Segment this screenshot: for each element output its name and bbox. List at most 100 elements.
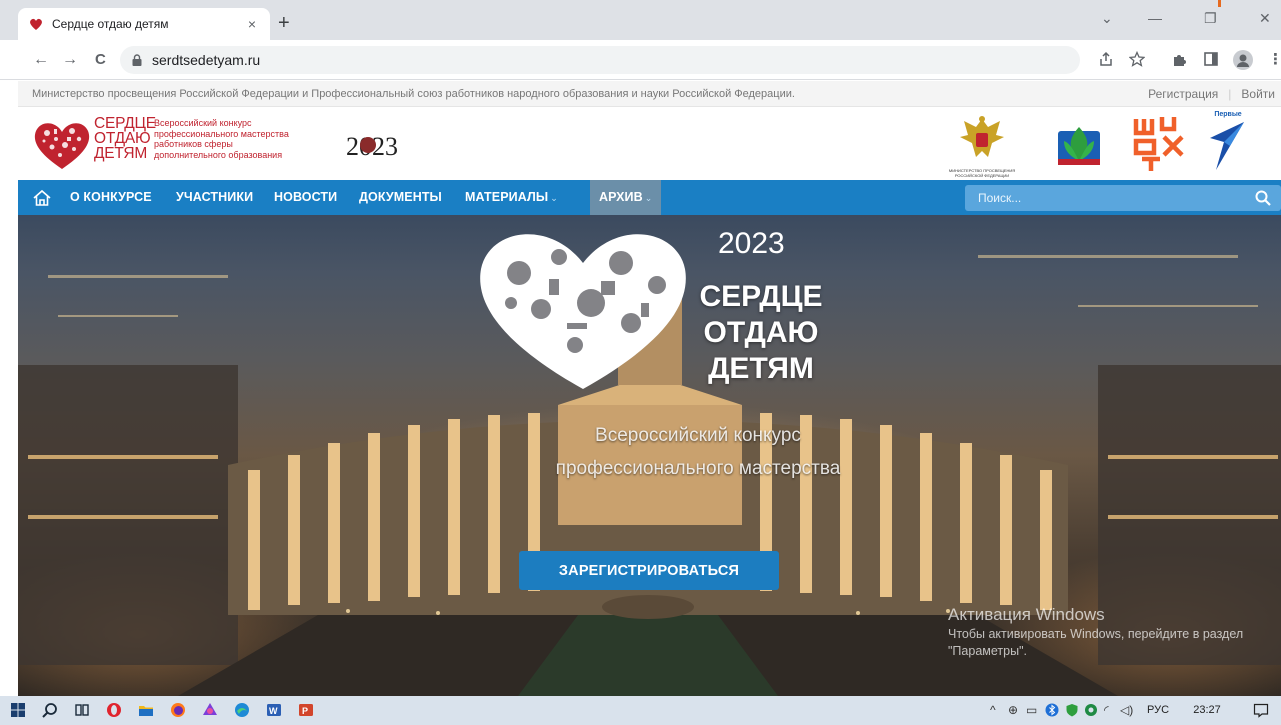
nav-item-participants[interactable]: УЧАСТНИКИ [176,180,253,215]
activation-title: Активация Windows [948,605,1105,624]
volume-icon[interactable]: ◁) [1120,703,1133,717]
hero-subtitle-line: профессионального мастерства [555,458,841,479]
pervye-logo[interactable]: Первые [1208,111,1248,177]
hero-subtitle-line: Всероссийский конкурс [595,425,801,446]
pervye-label: Первые [1214,111,1242,118]
logo-subtitle: Всероссийский конкурс профессионального … [154,118,289,160]
logo-wordmark: СЕРДЦЕ ОТДАЮ ДЕТЯМ [94,115,156,162]
hero-title-line: СЕРДЦЕ [699,280,823,313]
logo-subtitle-line: профессионального мастерства [154,128,289,139]
logo-subtitle-line: дополнительного образования [154,149,283,160]
new-tab-button[interactable]: + [278,13,290,33]
search-icon[interactable] [1255,190,1271,206]
url-text: serdtsedetyam.ru [152,52,261,68]
nav-item-materials[interactable]: МАТЕРИАЛЫ ⌄ [465,180,558,215]
share-icon[interactable] [1098,51,1114,67]
search-box [965,185,1281,211]
close-window-icon[interactable]: ✕ [1259,10,1271,27]
nav-item-archive-label: АРХИВ [599,190,643,204]
tab-search-icon[interactable]: ⌄ [1101,10,1113,27]
windows-activation-watermark: Активация Windows Чтобы активировать Win… [948,604,1268,660]
hero-title: СЕРДЦЕ ОТДАЮ ДЕТЯМ [691,279,831,387]
nav-item-about[interactable]: О КОНКУРСЕ [70,180,152,215]
hero-title-line: ОТДАЮ [703,316,819,349]
auth-separator: | [1228,87,1232,101]
logo-line: ОТДАЮ [94,130,151,147]
back-icon[interactable]: ← [33,50,49,70]
heart-logo-icon[interactable] [32,119,92,171]
close-tab-icon[interactable]: × [244,16,260,32]
logo-subtitle-line: работников сферы [154,139,233,149]
restore-icon[interactable]: ❐ [1204,10,1217,27]
edge-icon[interactable] [234,702,250,718]
hero-title-line: ДЕТЯМ [708,352,814,385]
union-logo-icon[interactable] [1056,121,1102,169]
nav-item-materials-label: МАТЕРИАЛЫ [465,190,549,204]
bookmark-star-icon[interactable] [1129,51,1145,67]
clock[interactable]: 23:27 [1182,704,1232,716]
auth-links: Регистрация | Войти [1148,87,1275,101]
site-top-strip: Министерство просвещения Российской Феде… [18,81,1281,107]
ministry-emblem[interactable]: МИНИСТЕРСТВО ПРОСВЕЩЕНИЯ РОССИЙСКОЙ ФЕДЕ… [946,113,1018,178]
main-navbar: О КОНКУРСЕ УЧАСТНИКИ НОВОСТИ ДОКУМЕНТЫ М… [18,180,1281,215]
nav-item-news[interactable]: НОВОСТИ [274,180,337,215]
heart-favicon-icon [30,18,42,30]
logo-line: ДЕТЯМ [94,145,148,162]
tray-app-icon[interactable]: ⊕ [1008,703,1018,717]
nav-item-archive[interactable]: АРХИВ ⌄ [590,180,662,215]
side-panel-icon[interactable] [1203,51,1219,67]
chrome-canary-icon[interactable] [202,702,218,718]
powerpoint-icon[interactable]: P [298,702,314,718]
network-app-icon[interactable] [1084,703,1098,717]
svg-text:W: W [269,706,278,716]
register-button[interactable]: ЗАРЕГИСТРИРОВАТЬСЯ [519,551,779,590]
opera-icon[interactable] [106,702,122,718]
extensions-icon[interactable] [1172,51,1188,67]
browser-toolbar: ← → C serdtsedetyam.ru ⋮ [0,40,1281,80]
hero-heart-emblem [480,234,686,389]
task-view-icon[interactable] [74,702,90,718]
language-indicator[interactable]: РУС [1147,704,1169,716]
login-link[interactable]: Войти [1241,87,1275,101]
svg-text:P: P [302,706,308,716]
wifi-icon[interactable]: ◜ [1104,703,1109,717]
logo-line: СЕРДЦЕ [94,115,156,132]
firefox-icon[interactable] [170,702,186,718]
browser-tabbar: Сердце отдаю детям × + ⌄ — ❐ ✕ [0,0,1281,40]
lock-icon [132,54,142,66]
person-icon [1237,54,1249,67]
reload-icon[interactable]: C [95,50,106,70]
hero-subtitle: Всероссийский конкурс профессионального … [418,419,978,485]
minimize-icon[interactable]: — [1148,10,1162,26]
notifications-icon[interactable] [1253,703,1269,718]
forward-icon[interactable]: → [62,50,78,70]
search-input[interactable] [965,185,1245,211]
windows-start-icon[interactable] [10,702,26,718]
register-link[interactable]: Регистрация [1148,87,1218,101]
browser-tab[interactable]: Сердце отдаю детям × [18,8,270,40]
word-icon[interactable]: W [266,702,282,718]
battery-icon[interactable]: ▭ [1026,703,1037,717]
file-explorer-icon[interactable] [138,702,154,718]
chevron-down-icon: ⌄ [644,193,653,203]
chevron-down-icon: ⌄ [550,193,558,203]
nav-item-documents[interactable]: ДОКУМЕНТЫ [359,180,442,215]
activation-text[interactable]: Чтобы активировать Windows, перейдите в … [948,626,1268,660]
ministry-text: Министерство просвещения Российской Феде… [32,88,795,100]
vdnh-logo-icon[interactable] [1132,115,1190,171]
logo-subtitle-line: Всероссийский конкурс [154,118,252,128]
cursor-marker [1218,0,1221,7]
shield-icon[interactable] [1065,703,1079,717]
taskbar-search-icon[interactable] [42,702,58,718]
ministry-caption: МИНИСТЕРСТВО ПРОСВЕЩЕНИЯ РОССИЙСКОЙ ФЕДЕ… [948,168,1016,178]
year-2023-logo: 2023 [346,132,398,161]
home-icon[interactable] [32,188,52,208]
tray-chevron-up-icon[interactable]: ^ [990,703,996,717]
profile-avatar[interactable] [1233,50,1253,70]
tab-title: Сердце отдаю детям [52,17,169,31]
bluetooth-icon[interactable] [1045,703,1059,717]
menu-dots-icon[interactable]: ⋮ [1268,51,1281,69]
arrow-logo-icon [1210,122,1244,170]
address-bar[interactable]: serdtsedetyam.ru [120,46,1080,74]
site-header: СЕРДЦЕ ОТДАЮ ДЕТЯМ Всероссийский конкурс… [18,107,1281,180]
